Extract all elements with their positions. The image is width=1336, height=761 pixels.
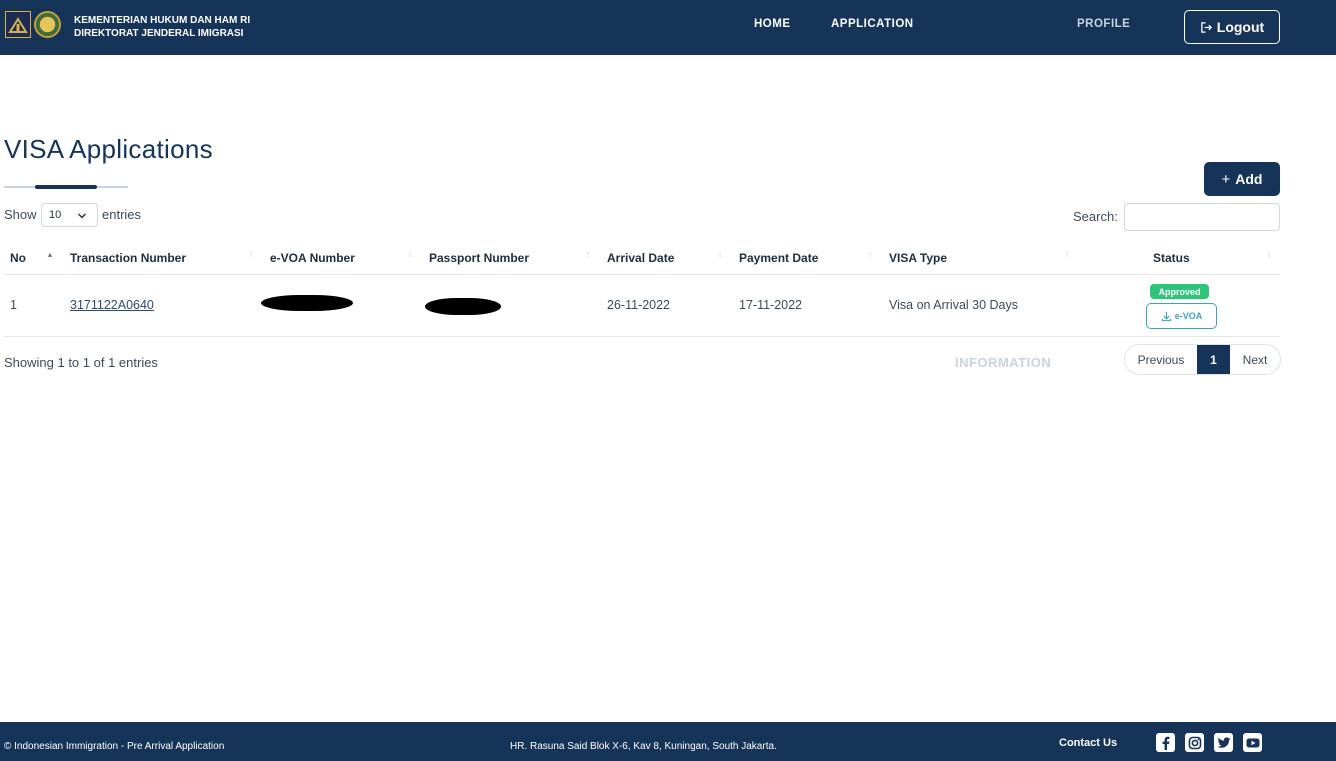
chevron-down-icon xyxy=(77,208,87,230)
logout-icon xyxy=(1200,21,1212,33)
column-header-passport-number[interactable]: Passport Number xyxy=(429,251,529,265)
add-label: Add xyxy=(1235,171,1263,187)
logout-label: Logout xyxy=(1216,19,1265,35)
column-header-visa-type[interactable]: VISA Type xyxy=(889,251,947,265)
table-header-divider xyxy=(4,274,1280,275)
footer-contact-us[interactable]: Contact Us xyxy=(1059,737,1117,749)
entries-label: entries xyxy=(102,207,142,222)
sort-icon: ⁝ xyxy=(249,250,253,259)
column-header-evoa-number[interactable]: e-VOA Number xyxy=(270,251,355,265)
table-info: Showing 1 to 1 of 1 entries xyxy=(4,355,158,370)
status-badge: Approved xyxy=(1150,284,1209,299)
cell-payment-date: 17-11-2022 xyxy=(739,298,803,312)
nav-home[interactable]: HOME xyxy=(754,18,791,30)
download-icon xyxy=(1161,311,1171,321)
title-underline-accent xyxy=(35,185,97,189)
column-header-status[interactable]: Status xyxy=(1153,251,1190,265)
sort-icon: ⁝ xyxy=(586,250,590,259)
show-label: Show xyxy=(4,207,37,222)
brand-line-2: DIREKTORAT JENDERAL IMIGRASI xyxy=(74,28,244,39)
page-1-button[interactable]: 1 xyxy=(1197,345,1230,374)
sort-icon: ⁝ xyxy=(1065,250,1069,259)
sort-icon: ⁝ xyxy=(1267,250,1271,259)
search-label: Search: xyxy=(1073,209,1118,224)
immigration-logo-icon xyxy=(5,11,31,38)
facebook-icon[interactable] xyxy=(1156,733,1175,752)
table-row-divider xyxy=(4,336,1280,337)
page-title: VISA Applications xyxy=(4,134,213,164)
download-evoa-label: e-VOA xyxy=(1174,311,1203,321)
sort-icon: ⁝ xyxy=(408,250,412,259)
pagination: Previous 1 Next xyxy=(1124,344,1281,375)
column-header-transaction-number[interactable]: Transaction Number xyxy=(70,251,186,265)
twitter-icon[interactable] xyxy=(1214,733,1233,752)
cell-arrival-date: 26-11-2022 xyxy=(607,298,671,312)
nav-application[interactable]: APPLICATION xyxy=(831,18,914,30)
page-length-select[interactable]: 10 xyxy=(41,203,98,227)
previous-page-button[interactable]: Previous xyxy=(1125,345,1197,374)
sort-icon: ⁝ xyxy=(868,250,872,259)
youtube-icon[interactable] xyxy=(1243,733,1262,752)
nav-information[interactable]: INFORMATION xyxy=(955,355,1051,370)
transaction-number-link[interactable]: 3171122A0640 xyxy=(70,298,154,312)
redaction-passport-number xyxy=(425,298,501,315)
column-header-no[interactable]: No xyxy=(10,251,26,265)
column-header-arrival-date[interactable]: Arrival Date xyxy=(607,251,674,265)
logos xyxy=(5,11,61,38)
search-input[interactable] xyxy=(1124,203,1280,231)
cell-visa-type: Visa on Arrival 30 Days xyxy=(889,298,1018,312)
ministry-emblem-icon xyxy=(34,11,61,38)
redaction-evoa-number xyxy=(261,295,353,311)
sort-icon: ▴ xyxy=(47,250,52,259)
top-navbar: KEMENTERIAN HUKUM DAN HAM RI DIREKTORAT … xyxy=(0,0,1336,370)
add-button[interactable]: + Add xyxy=(1204,162,1280,196)
logout-button[interactable]: Logout xyxy=(1184,10,1280,44)
sort-icon: ⁝ xyxy=(718,250,722,259)
brand-text[interactable]: KEMENTERIAN HUKUM DAN HAM RI DIREKTORAT … xyxy=(74,14,250,40)
plus-icon: + xyxy=(1221,170,1231,188)
footer-address: HR. Rasuna Said Blok X-6, Kav 8, Kuninga… xyxy=(510,741,777,752)
cell-no: 1 xyxy=(10,298,17,312)
column-header-payment-date[interactable]: Payment Date xyxy=(739,251,818,265)
instagram-icon[interactable] xyxy=(1185,733,1204,752)
nav-profile[interactable]: PROFILE xyxy=(1077,18,1130,30)
download-evoa-button[interactable]: e-VOA xyxy=(1146,303,1217,329)
page-length-value: 10 xyxy=(49,209,62,221)
brand-line-1: KEMENTERIAN HUKUM DAN HAM RI xyxy=(74,15,251,26)
footer: © Indonesian Immigration - Pre Arrival A… xyxy=(0,722,1336,761)
footer-copyright: © Indonesian Immigration - Pre Arrival A… xyxy=(4,741,225,752)
next-page-button[interactable]: Next xyxy=(1230,345,1280,374)
